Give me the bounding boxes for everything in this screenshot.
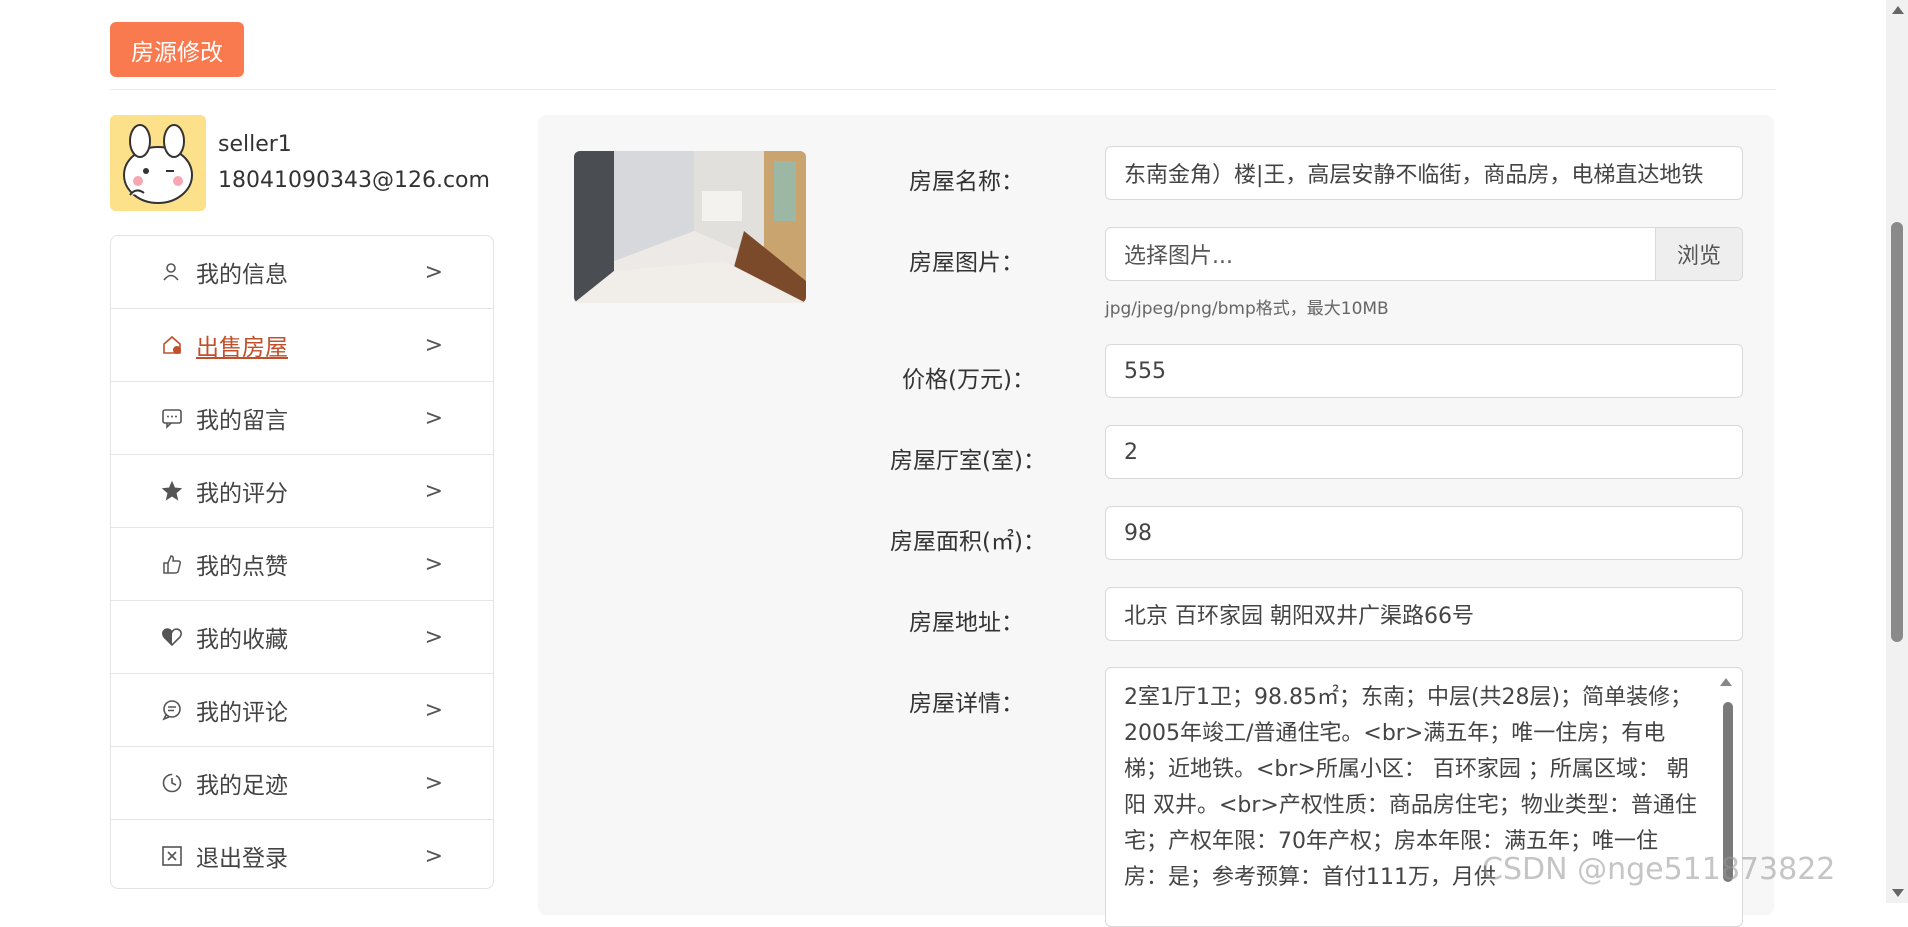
area-label: 房屋面积(㎡)： [890, 529, 1046, 555]
chevron-right-icon: > [424, 551, 443, 577]
page-scrollbar-thumb[interactable] [1891, 222, 1903, 642]
chevron-right-icon: > [424, 478, 443, 504]
sidebar-item-label: 退出登录 [196, 846, 288, 872]
sidebar-item-label: 我的足迹 [196, 773, 288, 799]
watermark: CSDN @nge511873822 [1482, 852, 1836, 887]
sidebar-item-sell-house[interactable]: 出售房屋 > [111, 309, 493, 382]
house-name-input[interactable]: 东南金角）楼|王，高层安静不临街，商品房，电梯直达地铁 [1105, 146, 1743, 200]
avatar [110, 115, 206, 211]
sidebar-item-logout[interactable]: 退出登录 > [111, 820, 493, 892]
sidebar-item-my-comments[interactable]: 我的评论 > [111, 674, 493, 747]
browse-button[interactable]: 浏览 [1655, 228, 1742, 280]
chevron-right-icon: > [424, 843, 443, 869]
chevron-right-icon: > [424, 332, 443, 358]
user-icon [159, 259, 185, 285]
chevron-right-icon: > [424, 405, 443, 431]
sidebar-item-label: 我的收藏 [196, 627, 288, 653]
user-email: 18041090343@126.com [218, 168, 490, 193]
chevron-right-icon: > [424, 259, 443, 285]
thumbs-up-icon [159, 551, 185, 577]
clock-icon [159, 770, 185, 796]
sidebar-item-my-messages[interactable]: 我的留言 > [111, 382, 493, 455]
house-name-label: 房屋名称： [909, 169, 1024, 195]
message-icon [159, 405, 185, 431]
page-title-button[interactable]: 房源修改 [110, 22, 244, 77]
sidebar-item-my-info[interactable]: 我的信息 > [111, 236, 493, 309]
price-input[interactable]: 555 [1105, 344, 1743, 398]
heart-icon [159, 624, 185, 650]
address-label: 房屋地址： [909, 610, 1024, 636]
scroll-up-icon[interactable] [1720, 678, 1732, 686]
sidebar-item-my-ratings[interactable]: 我的评分 > [111, 455, 493, 528]
details-label: 房屋详情： [909, 691, 1024, 717]
address-input[interactable]: 北京 百环家园 朝阳双井广渠路66号 [1105, 587, 1743, 641]
details-textarea[interactable]: 2室1厅1卫；98.85㎡；东南；中层(共28层)；简单装修；2005年竣工/普… [1105, 667, 1743, 927]
area-input[interactable]: 98 [1105, 506, 1743, 560]
sidebar-item-label: 我的留言 [196, 408, 288, 434]
sidebar-item-label: 出售房屋 [196, 335, 288, 361]
scroll-up-icon[interactable] [1892, 6, 1904, 14]
scroll-down-icon[interactable] [1892, 889, 1904, 897]
sidebar-item-label: 我的信息 [196, 262, 288, 288]
price-label: 价格(万元)： [902, 367, 1035, 393]
sidebar-item-my-likes[interactable]: 我的点赞 > [111, 528, 493, 601]
image-format-hint: jpg/jpeg/png/bmp格式，最大10MB [1105, 299, 1389, 319]
sidebar-item-label: 我的评论 [196, 700, 288, 726]
chevron-right-icon: > [424, 770, 443, 796]
chevron-right-icon: > [424, 697, 443, 723]
rooms-input[interactable]: 2 [1105, 425, 1743, 479]
page-scrollbar[interactable] [1886, 0, 1908, 903]
house-image-label: 房屋图片： [909, 250, 1024, 276]
house-icon [159, 332, 185, 358]
sidebar-menu: 我的信息 > 出售房屋 > 我的留言 > 我的评分 > 我的点赞 > 我的收藏 … [110, 235, 494, 889]
house-image-file-input[interactable]: 选择图片... 浏览 [1105, 227, 1743, 281]
sidebar-item-label: 我的评分 [196, 481, 288, 507]
chevron-right-icon: > [424, 624, 443, 650]
sidebar-item-my-favorites[interactable]: 我的收藏 > [111, 601, 493, 674]
rooms-label: 房屋厅室(室)： [890, 448, 1046, 474]
house-thumbnail [574, 151, 806, 303]
file-placeholder: 选择图片... [1124, 244, 1233, 269]
username: seller1 [218, 132, 292, 157]
comment-icon [159, 697, 185, 723]
star-icon [159, 478, 185, 504]
header-divider [110, 89, 1776, 90]
sidebar-item-label: 我的点赞 [196, 554, 288, 580]
close-box-icon [159, 843, 185, 869]
sidebar-item-my-footprints[interactable]: 我的足迹 > [111, 747, 493, 820]
